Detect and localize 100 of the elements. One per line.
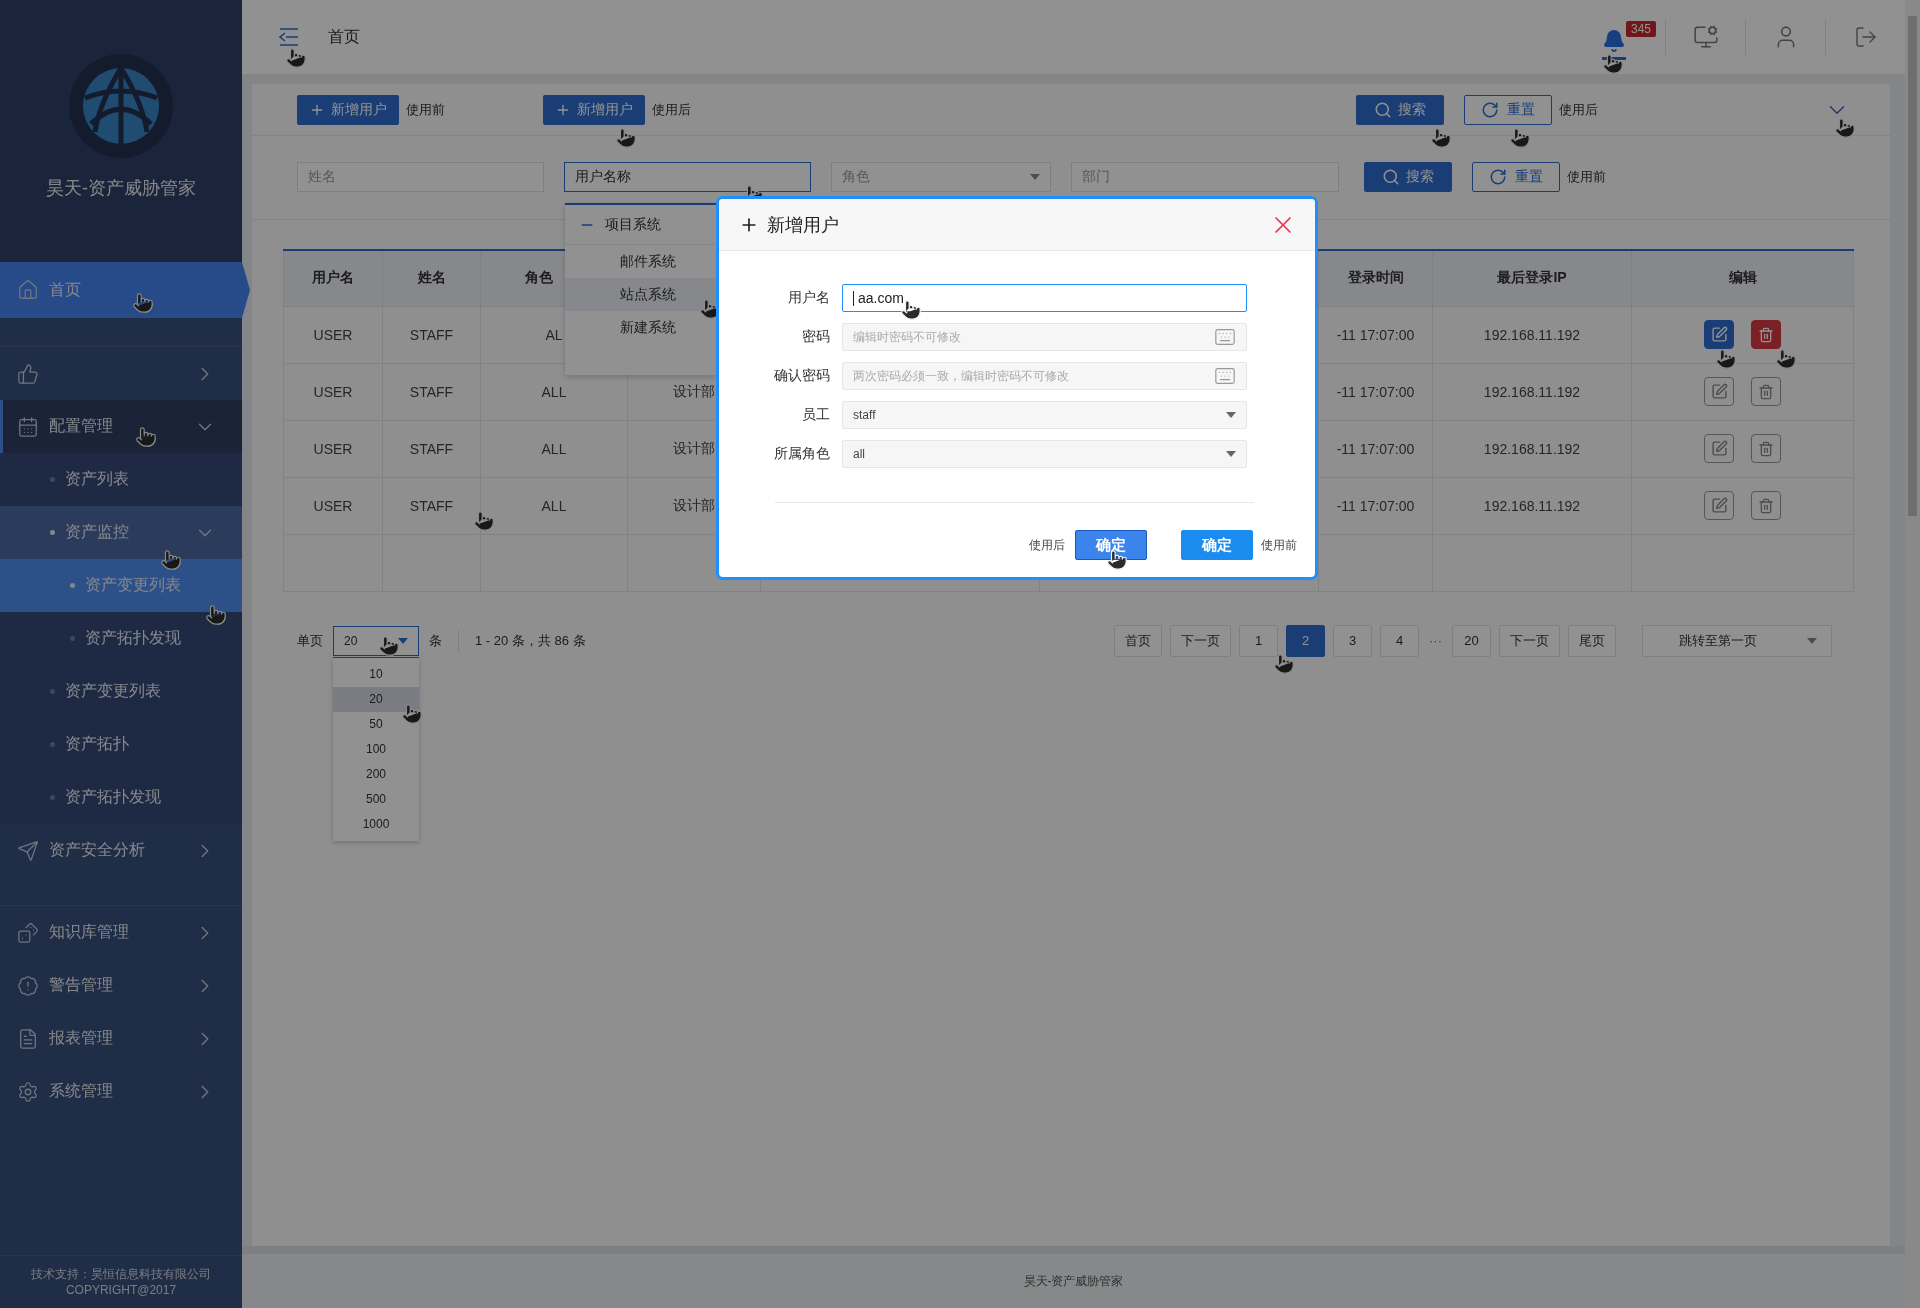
input-field[interactable]: aa.com: [842, 284, 1247, 312]
table-cell: 设计部: [673, 496, 715, 513]
page-button[interactable]: 4: [1380, 624, 1419, 657]
table-cell: -11 17:07:00: [1336, 383, 1415, 400]
nav-label: 报表管理: [49, 1028, 113, 1048]
table-cell: AL: [545, 326, 563, 343]
table-cell: STAFF: [409, 440, 454, 457]
select-field[interactable]: staff: [842, 401, 1247, 429]
page-button[interactable]: 20: [1452, 624, 1491, 657]
hand-cursor-icon: [132, 292, 154, 314]
ellipsis: ···: [1428, 633, 1443, 648]
input-field[interactable]: 姓名: [297, 162, 544, 192]
caret-icon: [1226, 451, 1236, 457]
menu-option[interactable]: 20: [333, 686, 419, 712]
input-field[interactable]: 编辑时密码不可修改: [842, 323, 1247, 351]
footer-text: COPYRIGHT@2017: [65, 1282, 177, 1298]
nav-label: 资产变更列表: [65, 681, 161, 701]
page-nav-button[interactable]: 下一页: [1170, 624, 1231, 657]
hand-cursor-icon: [1509, 127, 1531, 149]
edit-icon: [1710, 383, 1728, 400]
field-label: 员工: [801, 406, 830, 424]
tree-item[interactable]: 站点系统: [565, 278, 716, 311]
nav-subitem[interactable]: 资产监控: [0, 506, 242, 559]
tree-item[interactable]: 新建系统: [565, 311, 716, 344]
confirm-button[interactable]: 确定: [1075, 530, 1147, 560]
search-button[interactable]: 搜索: [1356, 94, 1444, 125]
logout-icon[interactable]: [1853, 25, 1878, 49]
reset-button[interactable]: 重置: [1464, 94, 1552, 125]
dialog-title: 新增用户: [767, 213, 839, 237]
reset-button[interactable]: 重置: [1472, 162, 1560, 192]
nav-label: 资产拓扑: [65, 734, 129, 754]
select-field[interactable]: 角色: [831, 162, 1051, 192]
notification-badge: 345: [1626, 20, 1657, 37]
input-field[interactable]: 两次密码必须一致，编辑时密码不可修改: [842, 362, 1247, 390]
edit-button[interactable]: [1704, 320, 1734, 349]
nav-item[interactable]: 知识库管理: [0, 906, 242, 959]
scrollbar[interactable]: [1905, 0, 1920, 1308]
hand-cursor-icon: [473, 510, 495, 532]
bullet-icon: [50, 689, 55, 694]
hand-cursor-icon: [160, 549, 182, 571]
search-button[interactable]: 搜索: [1364, 162, 1452, 192]
bullet-icon: [50, 530, 55, 535]
confirm-button[interactable]: 确定: [1181, 530, 1253, 560]
page-button[interactable]: 3: [1333, 624, 1372, 657]
menu-option[interactable]: 200: [333, 761, 419, 787]
nav-item[interactable]: 配置管理: [0, 400, 242, 453]
caret-icon: [1030, 174, 1040, 180]
nav-item[interactable]: 警告管理: [0, 959, 242, 1012]
hand-cursor-icon: [1715, 348, 1737, 370]
nav-label: 警告管理: [49, 975, 113, 995]
menu-option[interactable]: 100: [333, 736, 419, 762]
field-label: 密码: [801, 328, 830, 346]
page-nav-button[interactable]: 下一页: [1499, 624, 1560, 657]
nav-item[interactable]: 资产安全分析: [0, 824, 242, 877]
keyboard-icon[interactable]: [1214, 365, 1236, 387]
keyboard-icon[interactable]: [1214, 326, 1236, 348]
menu-option[interactable]: 1000: [333, 811, 419, 837]
page-button[interactable]: 1: [1239, 624, 1278, 657]
nav-item[interactable]: 系统管理: [0, 1065, 242, 1118]
delete-button[interactable]: [1751, 377, 1781, 406]
delete-button[interactable]: [1751, 434, 1781, 463]
delete-button[interactable]: [1751, 491, 1781, 520]
note-text: 使用前: [1567, 168, 1606, 186]
add-user-button[interactable]: 新增用户: [543, 94, 645, 125]
menu-option[interactable]: 500: [333, 786, 419, 812]
monitor-settings-icon[interactable]: [1692, 24, 1719, 50]
column-header: 登录时间: [1347, 269, 1404, 286]
breadcrumb[interactable]: 首页: [328, 26, 360, 48]
settings-icon: [17, 1080, 39, 1103]
edit-button[interactable]: [1704, 491, 1734, 520]
app-title: 昊天-资产威胁管家: [46, 177, 196, 200]
jump-select[interactable]: 跳转至第一页: [1642, 624, 1832, 657]
edit-button[interactable]: [1704, 434, 1734, 463]
table-cell: USER: [313, 326, 353, 343]
page-nav-button[interactable]: 首页: [1114, 624, 1162, 657]
note-text: 使用后: [1559, 100, 1598, 119]
page-size-select[interactable]: 20: [333, 625, 419, 656]
bullet-icon: [70, 636, 75, 641]
nav-subitem[interactable]: 资产变更列表: [0, 559, 242, 612]
menu-option[interactable]: 10: [333, 661, 419, 687]
select-field[interactable]: all: [842, 440, 1247, 468]
edit-button[interactable]: [1704, 377, 1734, 406]
column-header: 用户名: [312, 269, 354, 286]
table-cell: USER: [313, 497, 353, 514]
table-cell: USER: [313, 440, 353, 457]
delete-button[interactable]: [1751, 320, 1781, 349]
table-cell: 192.168.11.192: [1483, 497, 1581, 514]
nav-item[interactable]: 报表管理: [0, 1012, 242, 1065]
tree-item[interactable]: 邮件系统: [565, 245, 716, 278]
page-button[interactable]: 2: [1286, 624, 1325, 657]
input-field[interactable]: 用户名称: [564, 162, 811, 192]
nav-label: 知识库管理: [49, 922, 129, 942]
field-label: 所属角色: [773, 445, 830, 463]
tree-node-label: 项目系统: [605, 215, 661, 234]
hand-cursor-icon: [135, 426, 157, 448]
table-cell: STAFF: [409, 326, 454, 343]
page-size-label: 单页: [297, 631, 323, 650]
add-user-button[interactable]: 新增用户: [297, 94, 399, 125]
nav-item[interactable]: 首页: [0, 262, 250, 318]
page-nav-button[interactable]: 尾页: [1568, 624, 1616, 657]
